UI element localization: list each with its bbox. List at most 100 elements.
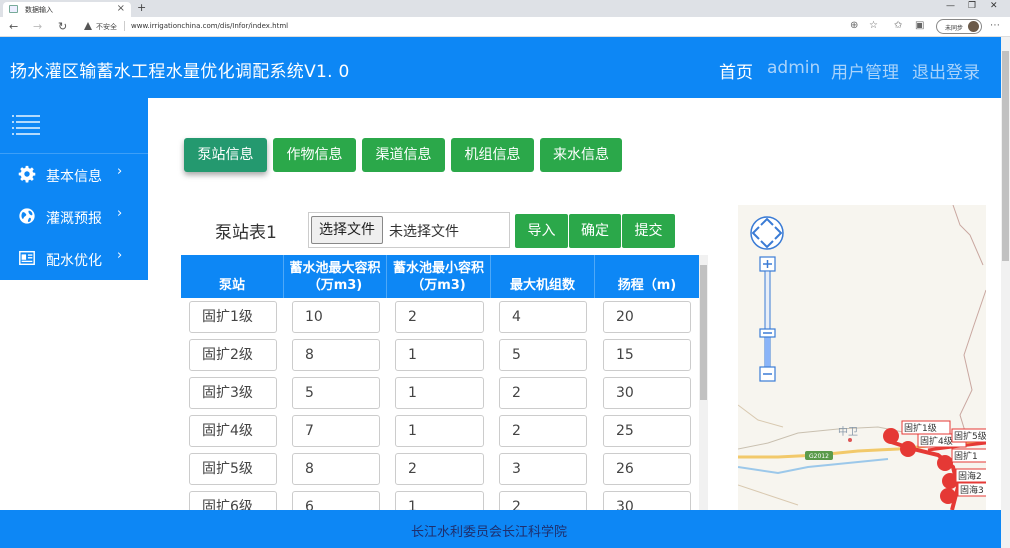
nav-logout[interactable]: 退出登录 [912,58,980,83]
file-input[interactable]: 选择文件 未选择文件 [308,212,510,248]
sidebar-item-label: 灌溉预报 [46,211,102,227]
footer-text: 长江水利委员会长江科学院 [411,525,568,540]
table-cell-input[interactable]: 8 [292,453,380,485]
sidebar-item-basic-info[interactable]: 基本信息 › [0,156,148,196]
tab-unit[interactable]: 机组信息 [451,138,534,172]
close-tab-icon[interactable]: × [117,3,125,14]
table-cell-input[interactable]: 1 [395,339,484,371]
column-header: 泵站 [181,255,284,298]
table-cell-input[interactable]: 7 [292,415,380,447]
nav-user-management[interactable]: 用户管理 [831,58,899,83]
table-cell-input[interactable]: 1 [395,377,484,409]
close-window-icon[interactable]: ✕ [990,1,998,11]
table-cell-input[interactable]: 2 [395,301,484,333]
map[interactable]: G2012 中卫 固扩1级 固扩4级 固扩5级 固扩1 固海2 固海3 [738,205,986,510]
nav-admin[interactable]: admin [767,58,820,78]
table-cell-input[interactable]: 30 [603,491,691,510]
submit-button[interactable]: 提交 [622,214,675,248]
warning-icon [84,22,92,30]
chevron-right-icon: › [117,248,123,263]
table-cell-input[interactable]: 8 [292,339,380,371]
map-canvas[interactable]: G2012 中卫 固扩1级 固扩4级 固扩5级 固扩1 固海2 固海3 [738,205,986,510]
table-cell-input[interactable]: 2 [499,415,587,447]
map-pan-control[interactable] [750,216,784,250]
map-marker[interactable] [883,428,899,444]
zoom-icon[interactable]: ⊕ [850,20,858,31]
table-cell-input[interactable]: 3 [499,453,587,485]
back-icon[interactable]: ← [9,20,18,33]
table-cell-input[interactable]: 2 [395,453,484,485]
table-cell-input[interactable]: 5 [292,377,380,409]
favorite-icon[interactable]: ☆ [869,20,878,31]
menu-toggle-icon[interactable] [12,115,40,135]
url-separator [124,21,125,31]
table-cell-input[interactable]: 2 [499,377,587,409]
table-cell-input[interactable]: 25 [603,415,691,447]
profile-label: 未同步 [945,25,964,32]
page-scrollbar-thumb[interactable] [1002,51,1009,261]
table-row: 固扩1级 10 2 4 20 [181,298,699,336]
gear-icon [18,165,36,183]
new-tab-icon[interactable]: + [137,1,146,14]
tab-crop[interactable]: 作物信息 [273,138,356,172]
favorites-bar-icon[interactable]: ✩ [894,20,902,31]
tab-channel[interactable]: 渠道信息 [362,138,445,172]
reload-icon[interactable]: ↻ [58,20,67,33]
file-status: 未选择文件 [389,224,459,240]
profile-button[interactable]: 未同步 [936,19,982,34]
sidebar-item-label: 配水优化 [46,253,102,269]
station-name-field[interactable]: 固扩1级 [189,301,277,333]
table-cell-input[interactable]: 6 [292,491,380,510]
map-marker-label: 固扩1 [954,450,978,462]
page-favicon-icon [9,5,18,13]
confirm-button[interactable]: 确定 [569,214,621,248]
table-cell-input[interactable]: 30 [603,377,691,409]
more-icon[interactable]: ⋯ [990,20,1000,31]
import-button[interactable]: 导入 [515,214,568,248]
map-marker-label: 固海3 [960,484,984,496]
table-cell-input[interactable]: 10 [292,301,380,333]
table-scrollbar-thumb[interactable] [700,265,707,400]
restore-icon[interactable]: ❐ [968,1,976,11]
table-cell-input[interactable]: 2 [499,491,587,510]
collections-icon[interactable]: ▣ [915,20,924,31]
minimize-icon[interactable]: — [946,1,955,11]
table-cell-input[interactable]: 5 [499,339,587,371]
sidebar-item-label: 基本信息 [46,169,102,185]
url-text[interactable]: www.irrigationchina.com/dis/Infor/index.… [131,22,288,30]
table-row: 固扩5级 8 2 3 26 [181,450,699,488]
globe-icon [19,208,35,224]
station-name-field[interactable]: 固扩2级 [189,339,277,371]
map-marker[interactable] [900,441,916,457]
map-marker-label: 固扩5级 [954,430,986,442]
footer: 长江水利委员会长江科学院 [0,510,1001,548]
table-cell-input[interactable]: 4 [499,301,587,333]
nav-home[interactable]: 首页 [719,58,753,83]
map-marker[interactable] [940,488,956,504]
tab-inflow[interactable]: 来水信息 [540,138,622,172]
map-marker[interactable] [937,455,953,471]
address-bar: ← → ↻ 不安全 www.irrigationchina.com/dis/In… [0,17,1010,37]
browser-tab[interactable]: 数据输入 × [3,2,131,17]
page-scrollbar[interactable] [1001,37,1010,548]
table-cell-input[interactable]: 15 [603,339,691,371]
station-name-field[interactable]: 固扩3级 [189,377,277,409]
table-cell-input[interactable]: 26 [603,453,691,485]
sidebar-item-irrigation-forecast[interactable]: 灌溉预报 › [0,198,148,238]
table-cell-input[interactable]: 1 [395,415,484,447]
column-header: 最大机组数 [491,255,595,298]
table-cell-input[interactable]: 20 [603,301,691,333]
table-scrollbar[interactable] [699,255,708,510]
station-name-field[interactable]: 固扩5级 [189,453,277,485]
tab-pump-station[interactable]: 泵站信息 [184,138,267,172]
station-name-field[interactable]: 固扩6级 [189,491,277,510]
choose-file-button[interactable]: 选择文件 [311,216,383,244]
forward-icon[interactable]: → [33,20,42,33]
document-icon [19,250,35,266]
station-name-field[interactable]: 固扩4级 [189,415,277,447]
table-cell-input[interactable]: 1 [395,491,484,510]
sidebar-item-water-allocation[interactable]: 配水优化 › [0,240,148,280]
column-header: 蓄水池最小容积（万m3) [387,255,491,298]
insecure-label[interactable]: 不安全 [96,22,117,32]
road-label: G2012 [809,453,829,460]
